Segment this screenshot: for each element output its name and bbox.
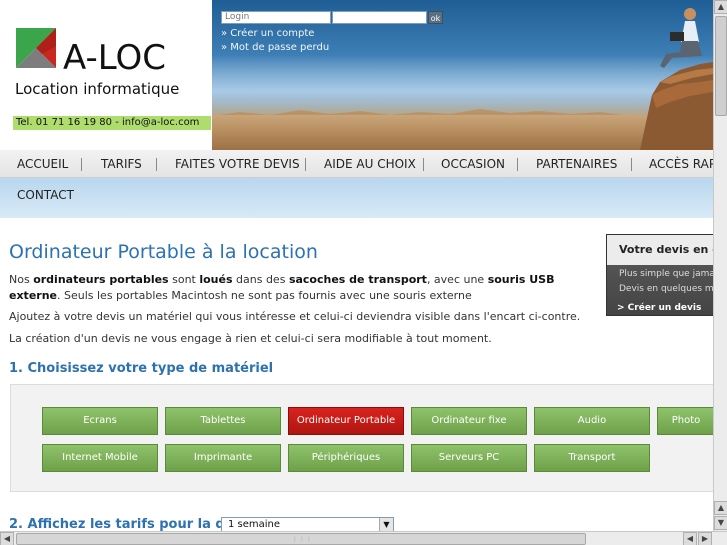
quote-box-line: Devis en quelques minutes xyxy=(619,284,726,294)
emphasis: ordinateurs portables xyxy=(33,273,169,286)
duration-value: 1 semaine xyxy=(228,519,281,530)
password-input[interactable] xyxy=(332,11,427,24)
nav-item-accueil[interactable]: ACCUEIL xyxy=(17,150,68,177)
equipment-button-peripheriques[interactable]: Périphériques xyxy=(288,444,404,472)
page-title: Ordinateur Portable à la location xyxy=(9,241,318,263)
chevron-down-icon[interactable]: ▼ xyxy=(379,518,393,531)
nav-item-occasion[interactable]: OCCASION xyxy=(441,150,505,177)
text: Nos xyxy=(9,273,34,286)
quote-sidebar-box: Votre devis en quelques clics Plus simpl… xyxy=(606,234,727,316)
nav-item-contact[interactable]: CONTACT xyxy=(17,188,74,202)
text: , avec une xyxy=(426,273,488,286)
text: dans des xyxy=(232,273,289,286)
quote-instruction-paragraph: Ajoutez à votre devis un matériel qui vo… xyxy=(9,310,581,323)
login-input[interactable]: Login xyxy=(221,11,331,24)
nav-item-acces-rapide[interactable]: ACCÈS RAPIDE xyxy=(649,150,713,177)
nav-separator xyxy=(156,158,157,171)
vertical-scrollbar[interactable]: ▲ ▲ ▼ xyxy=(713,0,727,531)
equipment-button-serveurs-pc[interactable]: Serveurs PC xyxy=(411,444,527,472)
nav-item-partenaires[interactable]: PARTENAIRES xyxy=(536,150,617,177)
nav-separator xyxy=(517,158,518,171)
a-loc-logo-icon[interactable] xyxy=(16,28,56,68)
scroll-down-icon[interactable]: ▼ xyxy=(714,516,727,530)
rock-climber-illustration xyxy=(640,8,713,150)
duration-select[interactable]: 1 semaine ▼ xyxy=(221,517,394,531)
nav-separator xyxy=(305,158,306,171)
create-account-link[interactable]: » Créer un compte xyxy=(221,28,314,39)
logo-panel: A-LOC Location informatique Tel. 01 71 1… xyxy=(0,0,212,150)
emphasis: loués xyxy=(199,273,233,286)
equipment-button-ecrans[interactable]: Ecrans xyxy=(42,407,158,435)
emphasis: sacoches de transport xyxy=(288,273,427,286)
scroll-right-icon[interactable]: ▶ xyxy=(698,532,712,545)
equipment-button-internet-mobile[interactable]: Internet Mobile xyxy=(42,444,158,472)
brand-name: A-LOC xyxy=(63,38,167,78)
scroll-up-icon[interactable]: ▲ xyxy=(714,0,727,14)
scroll-left-icon[interactable]: ◀ xyxy=(683,532,697,545)
quote-box-line: Plus simple que jamais xyxy=(619,269,723,279)
horizontal-scroll-thumb[interactable]: ⋮⋮⋮ xyxy=(16,533,586,545)
vertical-scroll-thumb[interactable] xyxy=(715,16,727,116)
main-navigation: ACCUEIL TARIFS FAITES VOTRE DEVIS AIDE A… xyxy=(0,150,713,178)
text: . Seuls les portables Macintosh ne sont … xyxy=(57,289,472,302)
intro-paragraph: Nos ordinateurs portables sont loués dan… xyxy=(9,272,584,304)
secondary-navigation: CONTACT xyxy=(0,178,713,218)
equipment-button-ordinateur-fixe[interactable]: Ordinateur fixe xyxy=(411,407,527,435)
equipment-button-tablettes[interactable]: Tablettes xyxy=(165,407,281,435)
login-ok-button[interactable]: ok xyxy=(428,11,443,24)
brand-tagline: Location informatique xyxy=(15,80,180,98)
nav-separator xyxy=(81,158,82,171)
scroll-left-icon[interactable]: ◀ xyxy=(0,532,14,545)
nav-item-aide-au-choix[interactable]: AIDE AU CHOIX xyxy=(324,150,416,177)
site-header: A-LOC Location informatique Tel. 01 71 1… xyxy=(0,0,713,150)
contact-info: Tel. 01 71 16 19 80 - info@a-loc.com xyxy=(13,116,211,130)
nav-separator xyxy=(631,158,632,171)
nav-separator xyxy=(423,158,424,171)
equipment-type-panel: Ecrans Tablettes Ordinateur Portable Ord… xyxy=(10,384,713,492)
scroll-up-icon[interactable]: ▲ xyxy=(714,501,727,515)
section-title-equipment-type: 1. Choisissez votre type de matériel xyxy=(9,361,274,376)
forgot-password-link[interactable]: » Mot de passe perdu xyxy=(221,42,329,53)
create-quote-link[interactable]: > Créer un devis xyxy=(617,303,701,313)
nav-item-devis[interactable]: FAITES VOTRE DEVIS xyxy=(175,150,300,177)
equipment-button-audio[interactable]: Audio xyxy=(534,407,650,435)
nav-item-tarifs[interactable]: TARIFS xyxy=(101,150,142,177)
quote-notice-paragraph: La création d'un devis ne vous engage à … xyxy=(9,332,492,345)
equipment-button-imprimante[interactable]: Imprimante xyxy=(165,444,281,472)
text: sont xyxy=(168,273,200,286)
grip-icon: ⋮⋮⋮ xyxy=(292,536,313,543)
equipment-button-ordinateur-portable[interactable]: Ordinateur Portable xyxy=(288,407,404,435)
equipment-button-photo[interactable]: Photo xyxy=(657,407,713,435)
equipment-button-transport[interactable]: Transport xyxy=(534,444,650,472)
horizontal-scrollbar[interactable]: ◀ ⋮⋮⋮ ◀ ▶ xyxy=(0,531,727,545)
quote-box-title: Votre devis en quelques clics xyxy=(607,235,726,265)
